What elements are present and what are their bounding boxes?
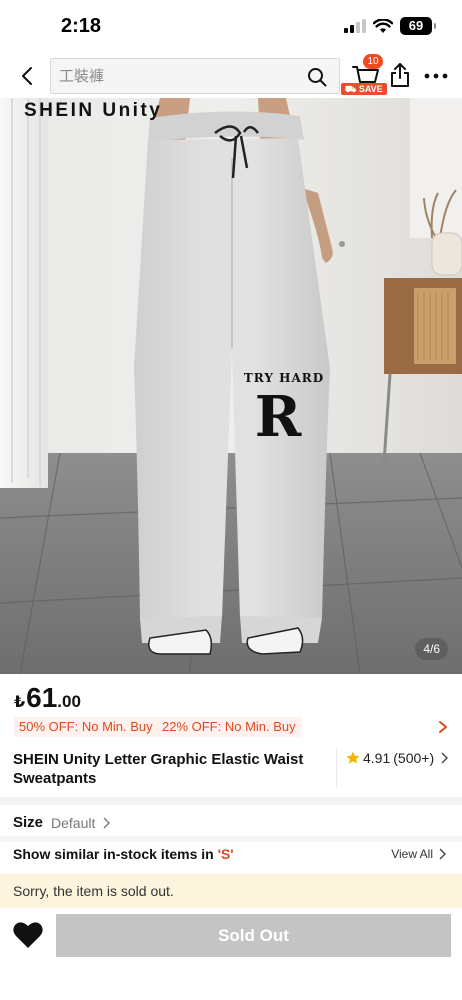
star-icon [346, 751, 360, 764]
view-all-link[interactable]: View All [391, 847, 446, 861]
rating[interactable]: 4.91 (500+) [346, 750, 449, 766]
size-selector[interactable]: Size Default [13, 814, 111, 831]
chevron-right-icon [439, 848, 446, 860]
status-time: 2:18 [61, 15, 102, 37]
search-input[interactable] [59, 59, 299, 93]
size-label: Size [13, 814, 44, 831]
status-icons: 69 [344, 17, 436, 35]
sold-out-text: Sorry, the item is sold out. [13, 883, 174, 899]
search-box[interactable] [50, 58, 340, 94]
sold-out-notice: Sorry, the item is sold out. [0, 874, 462, 908]
product-image-carousel[interactable]: TRY HARD R SHEIN Unity 4/6 [0, 98, 462, 674]
promo-tag[interactable]: 22% OFF: No Min. Buy [157, 717, 301, 737]
similar-items-label: Show similar in-stock items in [13, 846, 218, 862]
battery-icon: 69 [400, 17, 436, 35]
back-arrow-icon[interactable] [14, 62, 42, 90]
status-bar: 2:18 69 [0, 0, 462, 54]
bottom-action-bar: Sold Out [0, 908, 462, 1000]
save-label: SAVE [358, 84, 383, 94]
section-divider [0, 797, 462, 805]
save-tag: ⛟ SAVE [341, 83, 387, 95]
share-icon[interactable] [388, 62, 412, 88]
price-integer: 61 [26, 682, 58, 713]
chevron-right-icon[interactable] [438, 720, 448, 734]
brand-watermark: SHEIN Unity [24, 100, 163, 121]
view-all-label: View All [391, 847, 433, 861]
product-title: SHEIN Unity Letter Graphic Elastic Waist… [13, 751, 304, 787]
similar-items-text: Show similar in-stock items in 'S' [13, 846, 234, 862]
heart-icon[interactable] [12, 920, 44, 950]
rating-score: 4.91 [363, 750, 391, 766]
chevron-right-icon[interactable] [103, 817, 111, 829]
cellular-signal-icon [344, 19, 366, 33]
search-icon[interactable] [307, 67, 327, 87]
size-value: Default [51, 814, 96, 831]
print-arc-text: TRY HARD [244, 371, 324, 385]
truck-icon: ⛟ [345, 84, 359, 94]
wifi-icon [373, 18, 393, 33]
promo-tag[interactable]: 50% OFF: No Min. Buy [14, 717, 158, 737]
print-letter: R [255, 384, 302, 450]
similar-items-size: 'S' [217, 846, 234, 862]
promo-row[interactable]: 50% OFF: No Min. Buy 22% OFF: No Min. Bu… [14, 717, 448, 739]
sold-out-button[interactable]: Sold Out [56, 914, 451, 957]
chevron-right-icon[interactable] [441, 752, 449, 764]
price: ₺ 61 .00 [14, 682, 81, 714]
more-icon[interactable] [424, 72, 448, 80]
cart-count-badge: 10 [363, 54, 383, 69]
price-decimal: .00 [57, 692, 81, 711]
image-counter: 4/6 [415, 638, 448, 660]
divider [336, 748, 337, 788]
similar-items-row[interactable]: Show similar in-stock items in 'S' View … [0, 842, 462, 874]
price-currency: ₺ [14, 694, 26, 711]
pants-graphic-print: TRY HARD R [244, 371, 324, 450]
nav-bar: 10 ⛟ SAVE [0, 54, 462, 98]
rating-count: (500+) [393, 750, 435, 766]
